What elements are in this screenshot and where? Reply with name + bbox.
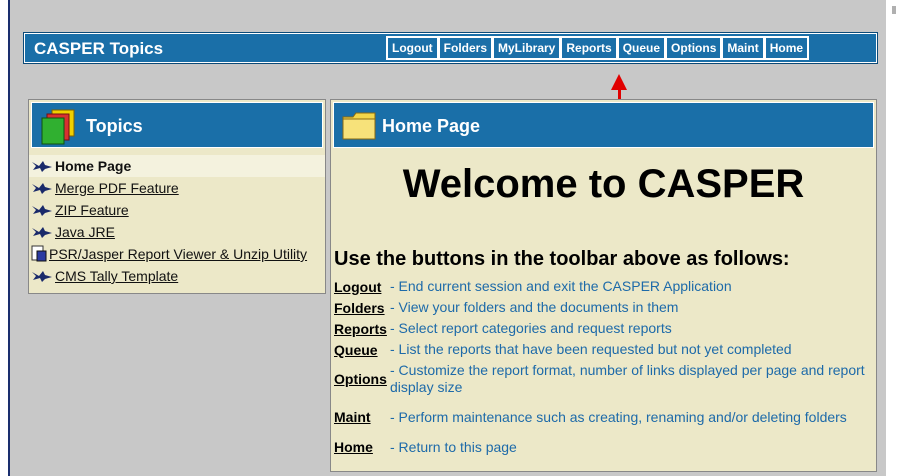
scrollbar[interactable] bbox=[889, 0, 899, 476]
bird-icon bbox=[32, 205, 52, 216]
command-description: - Perform maintenance such as creating, … bbox=[390, 408, 847, 425]
queue-link[interactable]: Queue bbox=[334, 342, 390, 358]
topic-label: CMS Tally Template bbox=[55, 268, 179, 284]
topic-item-home-page[interactable]: Home Page bbox=[29, 155, 325, 177]
options-link[interactable]: Options bbox=[334, 371, 390, 387]
command-description: - View your folders and the documents in… bbox=[390, 299, 679, 315]
command-row: Logout - End current session and exit th… bbox=[334, 276, 874, 297]
topic-label: Merge PDF Feature bbox=[55, 180, 179, 196]
instructions-heading: Use the buttons in the toolbar above as … bbox=[334, 248, 790, 270]
folders-button[interactable]: Folders bbox=[437, 36, 492, 60]
command-row: Reports - Select report categories and r… bbox=[334, 318, 874, 339]
topic-item-cms-tally[interactable]: CMS Tally Template bbox=[29, 265, 325, 287]
maint-button[interactable]: Maint bbox=[721, 36, 764, 60]
home-link[interactable]: Home bbox=[334, 439, 390, 455]
command-list: Logout - End current session and exit th… bbox=[334, 276, 874, 458]
topics-panel: Topics Home Page Merge PDF Feature ZIP F… bbox=[28, 99, 326, 294]
home-header: Home Page bbox=[333, 102, 874, 148]
welcome-heading: Welcome to CASPER bbox=[402, 162, 805, 206]
scrollbar-tick bbox=[892, 6, 896, 14]
command-row: Options - Customize the report format, n… bbox=[334, 360, 874, 398]
home-button[interactable]: Home bbox=[763, 36, 810, 60]
topic-item-psr-jasper[interactable]: PSR/Jasper Report Viewer & Unzip Utility bbox=[29, 243, 325, 265]
command-row: Home - Return to this page bbox=[334, 436, 874, 458]
home-title: Home Page bbox=[382, 116, 481, 136]
logout-link[interactable]: Logout bbox=[334, 279, 390, 295]
bird-icon bbox=[32, 161, 52, 172]
folder-icon bbox=[342, 112, 376, 140]
toolbar: Logout Folders MyLibrary Reports Queue O… bbox=[386, 36, 810, 60]
topic-item-merge-pdf[interactable]: Merge PDF Feature bbox=[29, 177, 325, 199]
logout-button[interactable]: Logout bbox=[386, 36, 438, 60]
bird-icon bbox=[32, 271, 52, 282]
topic-label: ZIP Feature bbox=[55, 202, 129, 218]
command-row: Maint - Perform maintenance such as crea… bbox=[334, 398, 874, 436]
command-description: - List the reports that have been reques… bbox=[390, 341, 792, 357]
topic-item-zip[interactable]: ZIP Feature bbox=[29, 199, 325, 221]
command-row: Queue - List the reports that have been … bbox=[334, 339, 874, 360]
bird-icon bbox=[32, 227, 52, 238]
topic-label: Home Page bbox=[55, 158, 132, 174]
app-title: CASPER Topics bbox=[34, 39, 164, 58]
folders-stack-icon bbox=[41, 109, 75, 145]
command-description: - Select report categories and request r… bbox=[390, 320, 672, 336]
topics-header: Topics bbox=[31, 102, 323, 148]
left-border bbox=[8, 0, 10, 476]
mylibrary-button[interactable]: MyLibrary bbox=[492, 36, 561, 60]
topics-title: Topics bbox=[86, 116, 143, 136]
casper-header: CASPER Topics Logout Folders MyLibrary R… bbox=[23, 32, 878, 64]
options-button[interactable]: Options bbox=[665, 36, 722, 60]
home-panel: Home Page Welcome to CASPER Use the butt… bbox=[330, 99, 877, 472]
command-row: Folders - View your folders and the docu… bbox=[334, 297, 874, 318]
topic-label: Java JRE bbox=[55, 224, 115, 240]
command-description: - Return to this page bbox=[390, 438, 517, 455]
document-icon bbox=[31, 245, 47, 262]
reports-link[interactable]: Reports bbox=[334, 321, 390, 337]
topic-label: PSR/Jasper Report Viewer & Unzip Utility bbox=[49, 246, 308, 262]
queue-button[interactable]: Queue bbox=[616, 36, 666, 60]
reports-button[interactable]: Reports bbox=[560, 36, 617, 60]
bird-icon bbox=[32, 183, 52, 194]
command-description: - Customize the report format, number of… bbox=[390, 362, 865, 395]
topic-item-java-jre[interactable]: Java JRE bbox=[29, 221, 325, 243]
command-description: - End current session and exit the CASPE… bbox=[390, 278, 732, 294]
maint-link[interactable]: Maint bbox=[334, 409, 390, 425]
folders-link[interactable]: Folders bbox=[334, 300, 390, 316]
topics-list: Home Page Merge PDF Feature ZIP Feature … bbox=[29, 155, 325, 287]
